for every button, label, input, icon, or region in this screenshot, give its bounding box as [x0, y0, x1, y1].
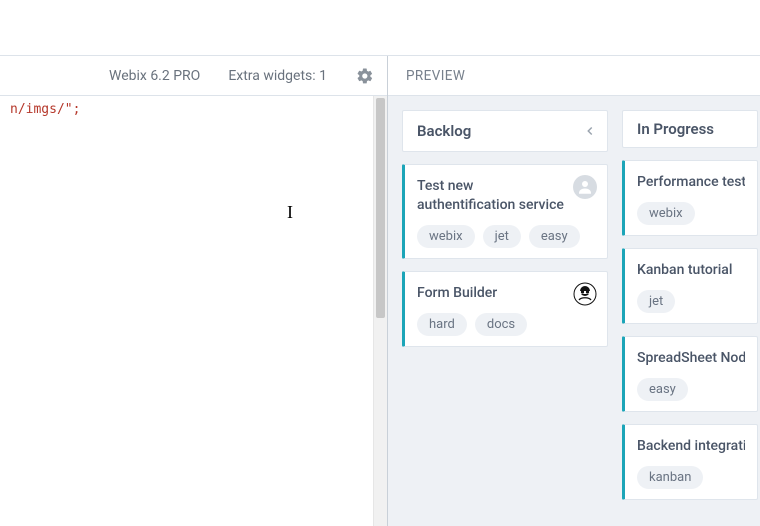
card-title: Performance tests	[637, 173, 745, 192]
card-tags: hard docs	[417, 313, 595, 336]
preview-pane: PREVIEW Backlog Test new authentificatio…	[388, 56, 760, 526]
gear-icon[interactable]	[355, 66, 375, 86]
extra-widgets-label: Extra widgets: 1	[228, 68, 327, 84]
preview-label: PREVIEW	[406, 68, 465, 84]
tag[interactable]: jet	[637, 290, 675, 313]
tag[interactable]: easy	[529, 225, 580, 248]
tag[interactable]: kanban	[637, 466, 703, 489]
column-header[interactable]: Backlog	[402, 110, 608, 152]
card-tags: webix	[637, 202, 745, 225]
column-title: In Progress	[637, 120, 714, 138]
code-toolbar: Webix 6.2 PRO Extra widgets: 1	[0, 56, 387, 96]
kanban-card[interactable]: Performance tests webix	[622, 160, 758, 236]
kanban-board: Backlog Test new authentification servic…	[388, 96, 760, 526]
chevron-left-icon[interactable]	[583, 124, 597, 138]
card-tags: webix jet easy	[417, 225, 595, 248]
avatar	[573, 175, 597, 199]
code-pane: Webix 6.2 PRO Extra widgets: 1 n/imgs/";…	[0, 56, 388, 526]
code-scrollbar[interactable]	[373, 96, 387, 526]
kanban-card[interactable]: Kanban tutorial jet	[622, 248, 758, 324]
column-header[interactable]: In Progress	[622, 110, 758, 148]
card-title: Kanban tutorial	[637, 261, 745, 280]
kanban-card[interactable]: SpreadSheet NodeJS easy	[622, 336, 758, 412]
card-tags: easy	[637, 378, 745, 401]
tag[interactable]: hard	[417, 313, 467, 336]
tag[interactable]: webix	[417, 225, 475, 248]
card-title: Backend integration	[637, 437, 745, 456]
card-title: Test new authentification service	[417, 177, 595, 215]
card-title: SpreadSheet NodeJS	[637, 349, 745, 368]
version-label: Webix 6.2 PRO	[109, 68, 200, 84]
kanban-column-in-progress: In Progress Performance tests webix Kanb…	[622, 110, 758, 512]
tag[interactable]: easy	[637, 378, 688, 401]
text-cursor-icon: I	[287, 202, 293, 223]
card-tags: jet	[637, 290, 745, 313]
code-fragment: n/imgs/";	[10, 102, 80, 117]
tag[interactable]: jet	[483, 225, 521, 248]
kanban-column-backlog: Backlog Test new authentification servic…	[402, 110, 608, 512]
tag[interactable]: webix	[637, 202, 695, 225]
window-top-strip	[0, 0, 760, 56]
card-tags: kanban	[637, 466, 745, 489]
preview-header: PREVIEW	[388, 56, 760, 96]
card-title: Form Builder	[417, 284, 595, 303]
code-editor[interactable]: n/imgs/"; I	[0, 96, 387, 526]
kanban-card[interactable]: Backend integration kanban	[622, 424, 758, 500]
avatar	[573, 282, 597, 306]
column-title: Backlog	[417, 122, 471, 140]
kanban-card[interactable]: Form Builder hard docs	[402, 271, 608, 347]
tag[interactable]: docs	[475, 313, 527, 336]
kanban-card[interactable]: Test new authentification service webix …	[402, 164, 608, 259]
main-split: Webix 6.2 PRO Extra widgets: 1 n/imgs/";…	[0, 56, 760, 526]
